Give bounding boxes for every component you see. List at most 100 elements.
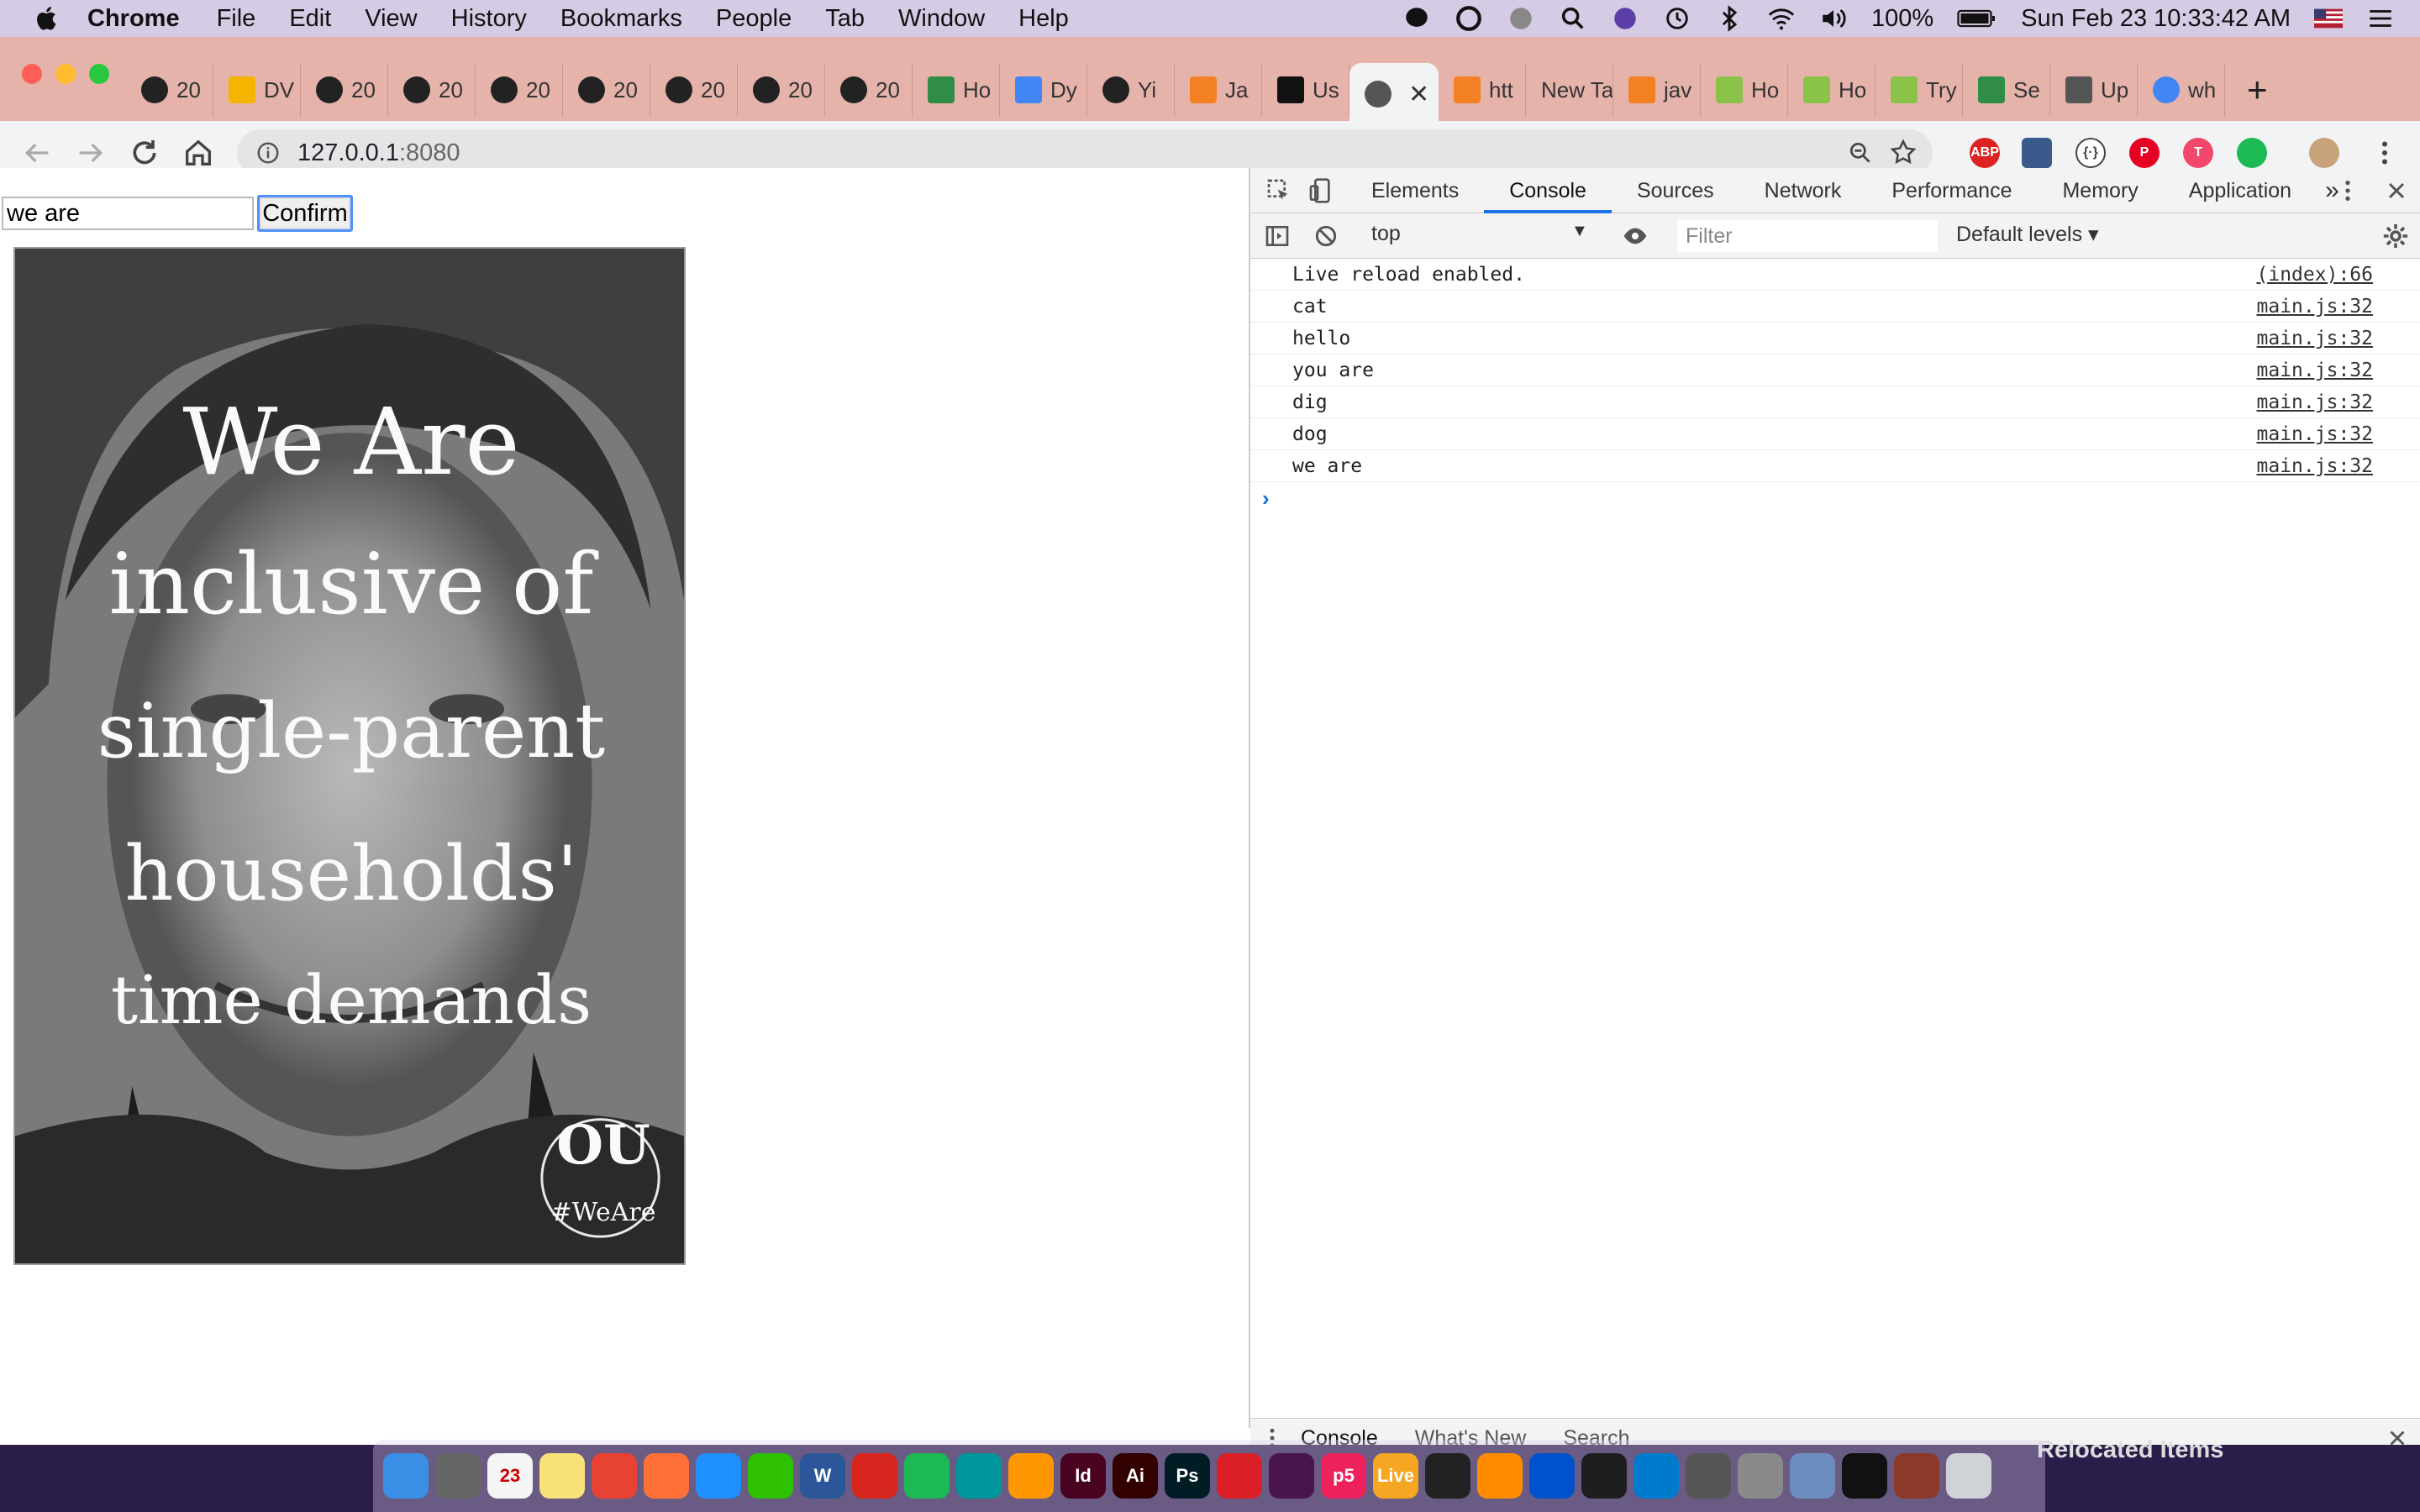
browser-tab[interactable]: Ho <box>1788 63 1876 117</box>
globe-status-icon[interactable] <box>1507 4 1535 33</box>
browser-tab[interactable]: Up <box>2050 63 2138 117</box>
menu-bookmarks[interactable]: Bookmarks <box>560 5 682 33</box>
dock-arduino-icon[interactable] <box>956 1453 1002 1499</box>
minimize-window-button[interactable] <box>55 64 76 84</box>
extension-blue-icon[interactable] <box>2022 138 2052 168</box>
log-source-link[interactable]: (index):66 <box>2257 264 2373 286</box>
dock-sourcetree-icon[interactable] <box>1529 1453 1575 1499</box>
zoom-window-button[interactable] <box>89 64 109 84</box>
devtools-tab-performance[interactable]: Performance <box>1866 168 2037 213</box>
log-source-link[interactable]: main.js:32 <box>2257 296 2373 318</box>
devtools-tab-network[interactable]: Network <box>1739 168 1867 213</box>
dock-firefox-icon[interactable] <box>644 1453 689 1499</box>
live-expression-eye-icon[interactable] <box>1620 223 1650 249</box>
browser-tab[interactable]: 20 <box>825 63 913 117</box>
console-prompt[interactable]: › <box>1262 486 1270 512</box>
browser-tab[interactable]: Ho <box>1701 63 1788 117</box>
pinterest-icon[interactable]: P <box>2129 138 2160 168</box>
menu-window[interactable]: Window <box>898 5 985 33</box>
device-toolbar-icon[interactable] <box>1307 177 1334 204</box>
browser-tab[interactable]: 20 <box>563 63 650 117</box>
us-flag-icon[interactable] <box>2314 4 2343 33</box>
new-tab-button[interactable]: + <box>2247 70 2268 110</box>
profile-avatar[interactable] <box>2309 138 2339 168</box>
dock-indesign-icon[interactable]: Id <box>1060 1453 1106 1499</box>
extension-green-icon[interactable] <box>2237 138 2267 168</box>
forward-arrow-icon[interactable] <box>74 136 108 170</box>
log-levels-dropdown[interactable]: Default levels ▾ <box>1956 222 2099 247</box>
notification-center-icon[interactable] <box>2366 4 2395 33</box>
devtools-tab-console[interactable]: Console <box>1484 168 1612 213</box>
browser-tab[interactable]: 20 <box>738 63 825 117</box>
devtools-tab-sources[interactable]: Sources <box>1612 168 1739 213</box>
browser-tab[interactable]: 20 <box>301 63 388 117</box>
log-source-link[interactable]: main.js:32 <box>2257 391 2373 413</box>
dock-terminal-icon[interactable] <box>1842 1453 1887 1499</box>
browser-tab[interactable]: ✕ <box>1349 63 1439 125</box>
dock-figma-icon[interactable] <box>1581 1453 1627 1499</box>
apple-icon[interactable] <box>32 3 62 34</box>
siri-icon[interactable] <box>1611 4 1639 33</box>
dock-node-window-icon[interactable] <box>1894 1453 1939 1499</box>
browser-tab[interactable]: jav <box>1613 63 1701 117</box>
reload-icon[interactable] <box>128 136 161 170</box>
chat-bubble-icon[interactable] <box>1402 4 1431 33</box>
dock-p5-icon[interactable]: p5 <box>1321 1453 1366 1499</box>
browser-tab[interactable]: Dy <box>1000 63 1087 117</box>
dock-preview-icon[interactable] <box>1790 1453 1835 1499</box>
site-info-icon[interactable] <box>255 140 281 165</box>
battery-icon[interactable] <box>1957 4 1997 33</box>
dock-photoshop-icon[interactable]: Ps <box>1165 1453 1210 1499</box>
browser-tab[interactable]: 20 <box>650 63 738 117</box>
devtools-tab-memory[interactable]: Memory <box>2037 168 2163 213</box>
dock-spotify-icon[interactable] <box>904 1453 950 1499</box>
dock-finder-icon[interactable] <box>383 1453 429 1499</box>
wifi-icon[interactable] <box>1767 4 1796 33</box>
clock[interactable]: Sun Feb 23 10:33:42 AM <box>2021 5 2291 33</box>
browser-tab[interactable]: New Ta <box>1526 63 1613 117</box>
extension-pink-icon[interactable]: T <box>2183 138 2213 168</box>
browser-tab[interactable]: 20 <box>476 63 563 117</box>
browser-tab[interactable]: htt <box>1439 63 1526 117</box>
context-dropdown-icon[interactable]: ▼ <box>1571 222 1588 241</box>
close-window-button[interactable] <box>22 64 42 84</box>
browser-tab[interactable]: wh <box>2138 63 2225 117</box>
console-filter-input[interactable]: Filter <box>1677 220 1938 252</box>
back-arrow-icon[interactable] <box>20 136 54 170</box>
dock-books-icon[interactable] <box>1477 1453 1523 1499</box>
browser-tab[interactable]: 20 <box>126 63 213 117</box>
extension-braces-icon[interactable]: {·} <box>2075 138 2106 168</box>
chrome-menu-icon[interactable] <box>2370 138 2400 168</box>
console-settings-gear-icon[interactable] <box>2381 222 2410 250</box>
dock-notes-icon[interactable] <box>539 1453 585 1499</box>
time-machine-icon[interactable] <box>1663 4 1691 33</box>
devtools-tab-elements[interactable]: Elements <box>1346 168 1484 213</box>
dock-vscode-icon[interactable] <box>1634 1453 1679 1499</box>
dock-creative-cloud-icon[interactable] <box>1217 1453 1262 1499</box>
log-source-link[interactable]: main.js:32 <box>2257 328 2373 349</box>
sidebar-toggle-icon[interactable] <box>1264 223 1291 249</box>
browser-tab[interactable]: Ho <box>913 63 1000 117</box>
dock-live-icon[interactable]: Live <box>1373 1453 1418 1499</box>
devtools-menu-icon[interactable] <box>2334 177 2361 204</box>
volume-icon[interactable] <box>1819 4 1848 33</box>
dock-launchpad-icon[interactable] <box>435 1453 481 1499</box>
browser-tab[interactable]: Us <box>1262 63 1349 117</box>
clear-console-icon[interactable] <box>1313 223 1339 249</box>
dock-sublime-icon[interactable] <box>1008 1453 1054 1499</box>
dock-acrobat-icon[interactable] <box>852 1453 897 1499</box>
devtools-tab-application[interactable]: Application <box>2164 168 2317 213</box>
menu-view[interactable]: View <box>365 5 417 33</box>
close-devtools-icon[interactable] <box>2383 177 2410 204</box>
home-icon[interactable] <box>182 136 215 170</box>
dock-safari-icon[interactable] <box>696 1453 741 1499</box>
browser-tab[interactable]: Ja <box>1175 63 1262 117</box>
word-input[interactable] <box>2 197 254 230</box>
log-source-link[interactable]: main.js:32 <box>2257 360 2373 381</box>
dock-chrome-icon[interactable] <box>592 1453 637 1499</box>
browser-tab[interactable]: DV <box>213 63 301 117</box>
browser-tab[interactable]: Try <box>1876 63 1963 117</box>
menu-tab[interactable]: Tab <box>825 5 865 33</box>
menu-app-chrome[interactable]: Chrome <box>87 5 180 33</box>
dock-illustrator-icon[interactable]: Ai <box>1113 1453 1158 1499</box>
